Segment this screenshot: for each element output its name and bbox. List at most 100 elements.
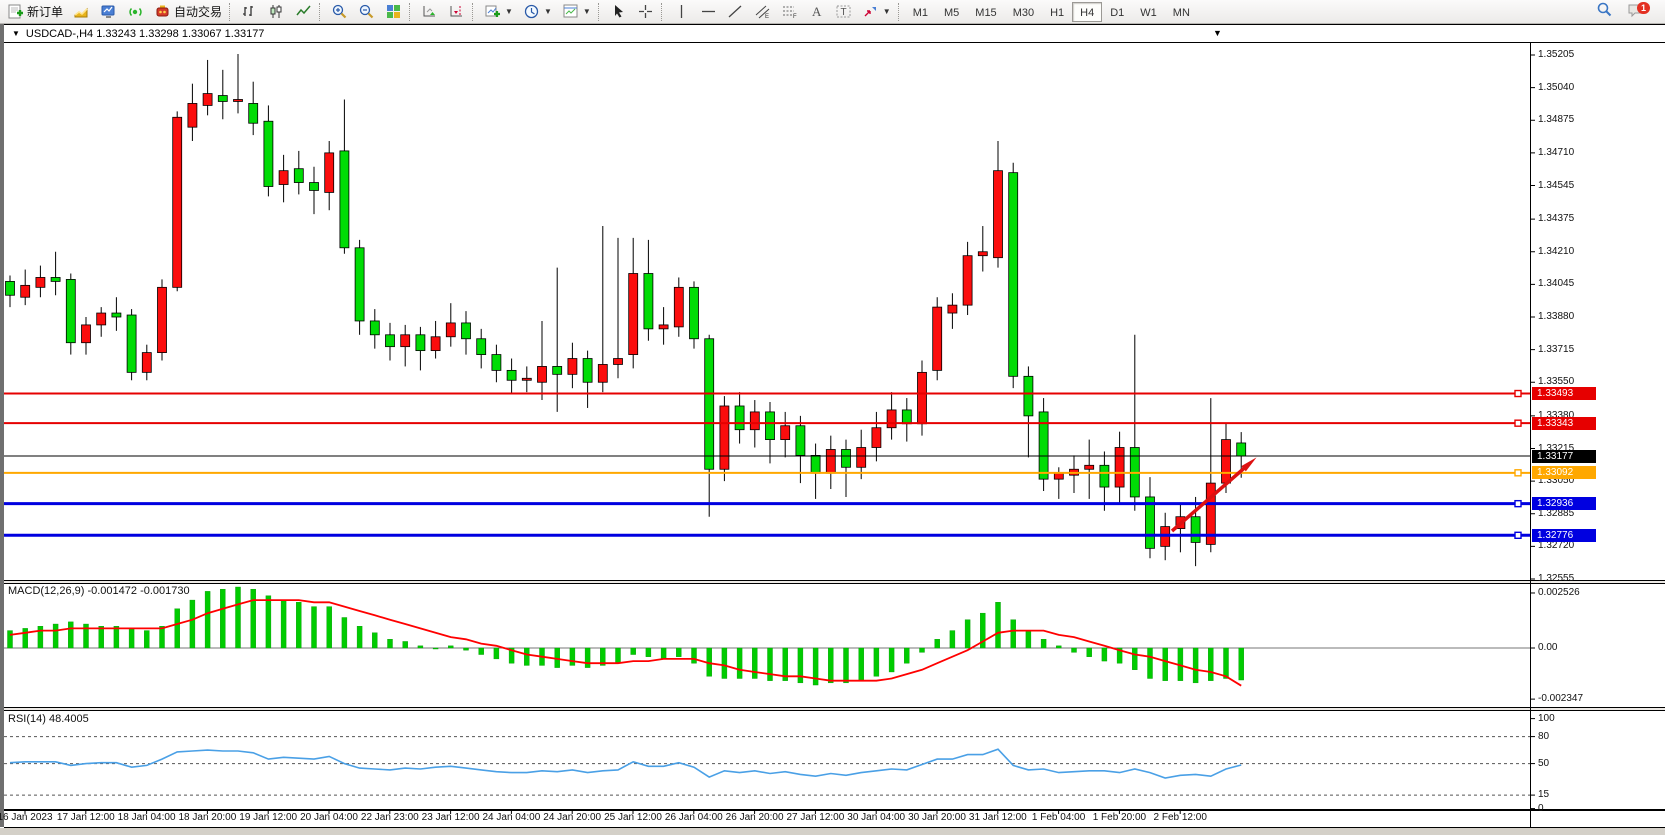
- macd-histogram: [8, 587, 1244, 685]
- time-axis-label: 26 Jan 04:00: [665, 812, 723, 823]
- candle-body: [386, 335, 395, 347]
- candle-body: [872, 428, 881, 448]
- macd-axis-tick: 0.002526: [1538, 587, 1580, 598]
- candle-body: [446, 323, 455, 337]
- time-axis-label: 22 Jan 23:00: [361, 812, 419, 823]
- candle-body: [173, 117, 182, 287]
- candle-body: [629, 273, 638, 354]
- candle-body: [310, 183, 319, 191]
- candle-body: [36, 277, 45, 287]
- candle-body: [234, 99, 243, 101]
- time-axis-label: 16 Jan 2023: [0, 812, 53, 823]
- price-axis-tick: 1.34545: [1538, 180, 1574, 191]
- price-axis-tick: 1.34210: [1538, 246, 1574, 257]
- time-axis-label: 18 Jan 04:00: [118, 812, 176, 823]
- time-axis-label: 24 Jan 20:00: [543, 812, 601, 823]
- current-price-line-price-badge: 1.33177: [1532, 450, 1596, 463]
- candle-body: [325, 153, 334, 193]
- candle-body: [1054, 473, 1063, 479]
- candle-body: [766, 412, 775, 440]
- candle-body: [462, 323, 471, 339]
- candle-body: [218, 96, 227, 102]
- candle-body: [1237, 443, 1246, 456]
- candle-body: [1115, 448, 1124, 488]
- candle-body: [188, 103, 197, 127]
- candle-body: [735, 406, 744, 430]
- candle-body: [614, 359, 623, 365]
- time-axis-label: 26 Jan 20:00: [726, 812, 784, 823]
- time-axis-label: 1 Feb 04:00: [1032, 812, 1085, 823]
- candle-body: [659, 325, 668, 329]
- candle-body: [522, 378, 531, 380]
- time-axis-label: 18 Jan 20:00: [178, 812, 236, 823]
- price-axis-tick: 1.33715: [1538, 344, 1574, 355]
- candle-body: [355, 248, 364, 321]
- time-axis-label: 30 Jan 20:00: [908, 812, 966, 823]
- time-axis-label: 20 Jan 04:00: [300, 812, 358, 823]
- macd-axis-tick: -0.002347: [1538, 693, 1583, 704]
- candle-body: [127, 315, 136, 372]
- candle-body: [750, 412, 759, 430]
- rsi-axis-tick: 100: [1538, 713, 1555, 724]
- candle-body: [598, 364, 607, 382]
- candle-body: [963, 256, 972, 305]
- candles: [6, 54, 1246, 566]
- price-axis-tick: 1.34875: [1538, 114, 1574, 125]
- candle-body: [416, 335, 425, 351]
- candle-body: [887, 410, 896, 428]
- support-line-1-price-badge: 1.32936: [1532, 497, 1596, 510]
- resistance-line-2-handle[interactable]: [1515, 420, 1521, 426]
- candle-body: [842, 449, 851, 467]
- candle-body: [1024, 376, 1033, 416]
- resistance-line-2-price-badge: 1.33343: [1532, 417, 1596, 430]
- candle-body: [933, 307, 942, 370]
- price-axis-tick: 1.33880: [1538, 311, 1574, 322]
- candle-body: [583, 359, 592, 383]
- candle-body: [796, 426, 805, 456]
- candle-body: [857, 448, 866, 468]
- time-axis-label: 23 Jan 12:00: [422, 812, 480, 823]
- price-axis-tick: 1.35205: [1538, 49, 1574, 60]
- candle-body: [507, 370, 516, 380]
- price-axis-tick: 1.32720: [1538, 540, 1574, 551]
- price-axis-tick: 1.34375: [1538, 213, 1574, 224]
- candle-body: [1009, 173, 1018, 377]
- candle-body: [97, 313, 106, 325]
- candle-body: [112, 313, 121, 317]
- chart-canvas[interactable]: [0, 0, 1665, 835]
- candle-body: [978, 252, 987, 256]
- pivot-line-price-badge: 1.33092: [1532, 466, 1596, 479]
- time-axis-label: 17 Jan 12:00: [57, 812, 115, 823]
- candle-body: [66, 279, 75, 342]
- price-axis-tick: 1.35040: [1538, 82, 1574, 93]
- rsi-label: RSI(14) 48.4005: [8, 713, 89, 725]
- candle-body: [674, 287, 683, 327]
- support-line-1-handle[interactable]: [1515, 501, 1521, 507]
- rsi-axis-tick: 50: [1538, 758, 1549, 769]
- candle-body: [705, 339, 714, 470]
- candle-body: [158, 287, 167, 352]
- candle-body: [82, 325, 91, 343]
- candle-body: [51, 277, 60, 281]
- support-line-2-handle[interactable]: [1515, 532, 1521, 538]
- candle-body: [553, 366, 562, 374]
- candle-body: [826, 449, 835, 473]
- candle-body: [340, 151, 349, 248]
- candle-body: [203, 94, 212, 106]
- time-axis-label: 27 Jan 12:00: [786, 812, 844, 823]
- candle-body: [1222, 440, 1231, 484]
- mt4-window: 新订单自动交易▼▼▼EFAT▼M1M5M15M30H1H4D1W1MN1 ▼ U…: [0, 0, 1665, 835]
- macd-label: MACD(12,26,9) -0.001472 -0.001730: [8, 585, 190, 597]
- candle-body: [401, 335, 410, 347]
- time-axis-label: 2 Feb 12:00: [1154, 812, 1207, 823]
- candle-body: [1191, 517, 1200, 543]
- pivot-line-handle[interactable]: [1515, 470, 1521, 476]
- resistance-line-1-handle[interactable]: [1515, 391, 1521, 397]
- candle-body: [492, 355, 501, 371]
- candle-body: [902, 410, 911, 424]
- candle-body: [1100, 465, 1109, 487]
- time-axis-label: 30 Jan 04:00: [847, 812, 905, 823]
- candle-body: [690, 287, 699, 338]
- time-axis-label: 19 Jan 12:00: [239, 812, 297, 823]
- time-axis-label: 24 Jan 04:00: [482, 812, 540, 823]
